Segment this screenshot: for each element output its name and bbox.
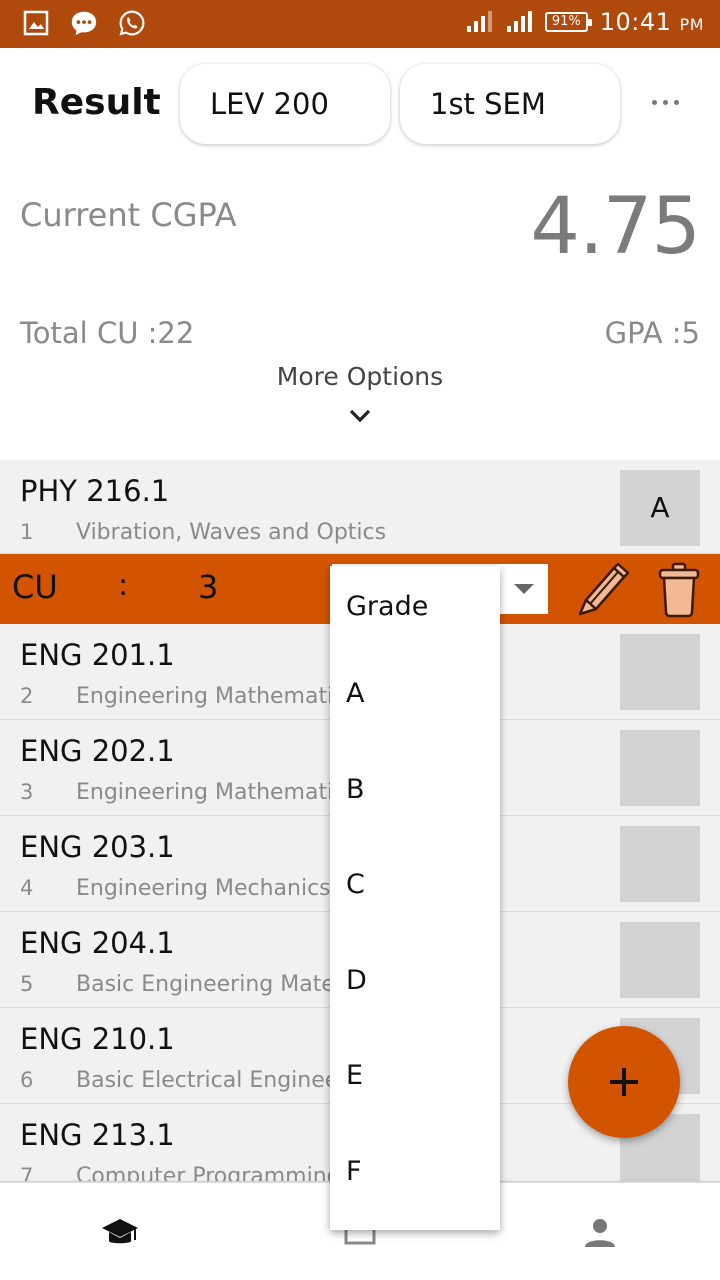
current-cgpa-label: Current CGPA	[20, 196, 237, 234]
person-icon[interactable]	[580, 1213, 620, 1253]
course-code: ENG 210.1	[20, 1022, 175, 1056]
grade-box[interactable]	[620, 634, 700, 710]
grade-dropdown-menu: Grade A B C D E F	[330, 566, 500, 1230]
trash-icon[interactable]	[656, 562, 702, 618]
cu-label: CU	[12, 568, 58, 606]
semester-selector[interactable]: 1st SEM	[400, 64, 620, 144]
course-index: 4	[20, 876, 34, 900]
signal-icon	[465, 10, 493, 34]
whatsapp-icon	[118, 9, 146, 37]
course-index: 6	[20, 1068, 34, 1092]
grade-box[interactable]	[620, 922, 700, 998]
grade-option-b[interactable]: B	[330, 742, 500, 838]
plus-icon	[610, 1068, 638, 1096]
course-row[interactable]: PHY 216.1 1 Vibration, Waves and Optics …	[0, 460, 720, 554]
course-index: 2	[20, 684, 34, 708]
grade-option-f[interactable]: F	[330, 1124, 500, 1220]
battery-indicator: 91%	[544, 12, 592, 32]
more-options-button[interactable]: More Options	[0, 362, 720, 391]
status-bar: 91% 10:41 PM	[0, 0, 720, 48]
clock: 10:41 PM	[600, 8, 704, 36]
overflow-menu-icon[interactable]	[652, 100, 679, 105]
course-code: PHY 216.1	[20, 474, 170, 508]
clock-ampm: PM	[679, 15, 704, 34]
page-title: Result	[32, 82, 161, 123]
cu-value[interactable]: 3	[198, 568, 218, 606]
course-index: 5	[20, 972, 34, 996]
pencil-icon[interactable]	[574, 560, 632, 618]
grade-box[interactable]: A	[620, 470, 700, 546]
chevron-down-icon[interactable]	[348, 406, 372, 426]
chat-icon	[70, 9, 98, 37]
dropdown-arrow-icon	[514, 584, 534, 594]
graduation-cap-icon[interactable]	[100, 1213, 140, 1253]
add-course-button[interactable]	[568, 1026, 680, 1138]
course-code: ENG 204.1	[20, 926, 175, 960]
grade-option-d[interactable]: D	[330, 933, 500, 1029]
grade-box[interactable]	[620, 826, 700, 902]
image-icon	[22, 9, 50, 37]
course-name: Engineering Mathematics	[76, 684, 357, 709]
signal-icon	[505, 10, 533, 34]
current-cgpa-value: 4.75	[530, 182, 701, 272]
cu-colon: :	[118, 568, 129, 603]
grade-option-placeholder[interactable]: Grade	[330, 566, 500, 646]
gpa-value: GPA :5	[604, 316, 700, 350]
total-cu: Total CU :22	[20, 316, 195, 350]
level-selector[interactable]: LEV 200	[180, 64, 390, 144]
grade-option-a[interactable]: A	[330, 646, 500, 742]
course-code: ENG 202.1	[20, 734, 175, 768]
course-name: Vibration, Waves and Optics	[76, 520, 387, 545]
grade-box[interactable]	[620, 730, 700, 806]
status-bar-system: 91% 10:41 PM	[465, 8, 704, 36]
grade-option-e[interactable]: E	[330, 1028, 500, 1124]
course-index: 7	[20, 1164, 34, 1182]
result-header: Result LEV 200 1st SEM Current CGPA 4.75…	[0, 48, 720, 460]
status-bar-notifications	[22, 9, 146, 37]
course-code: ENG 203.1	[20, 830, 175, 864]
course-code: ENG 213.1	[20, 1118, 175, 1152]
course-index: 3	[20, 780, 34, 804]
course-name: Engineering Mechanics	[76, 876, 331, 901]
course-name: Engineering Mathematics	[76, 780, 357, 805]
course-index: 1	[20, 520, 34, 544]
course-name: Computer Programming	[76, 1164, 341, 1182]
course-code: ENG 201.1	[20, 638, 175, 672]
clock-time: 10:41	[599, 8, 672, 36]
grade-option-c[interactable]: C	[330, 837, 500, 933]
